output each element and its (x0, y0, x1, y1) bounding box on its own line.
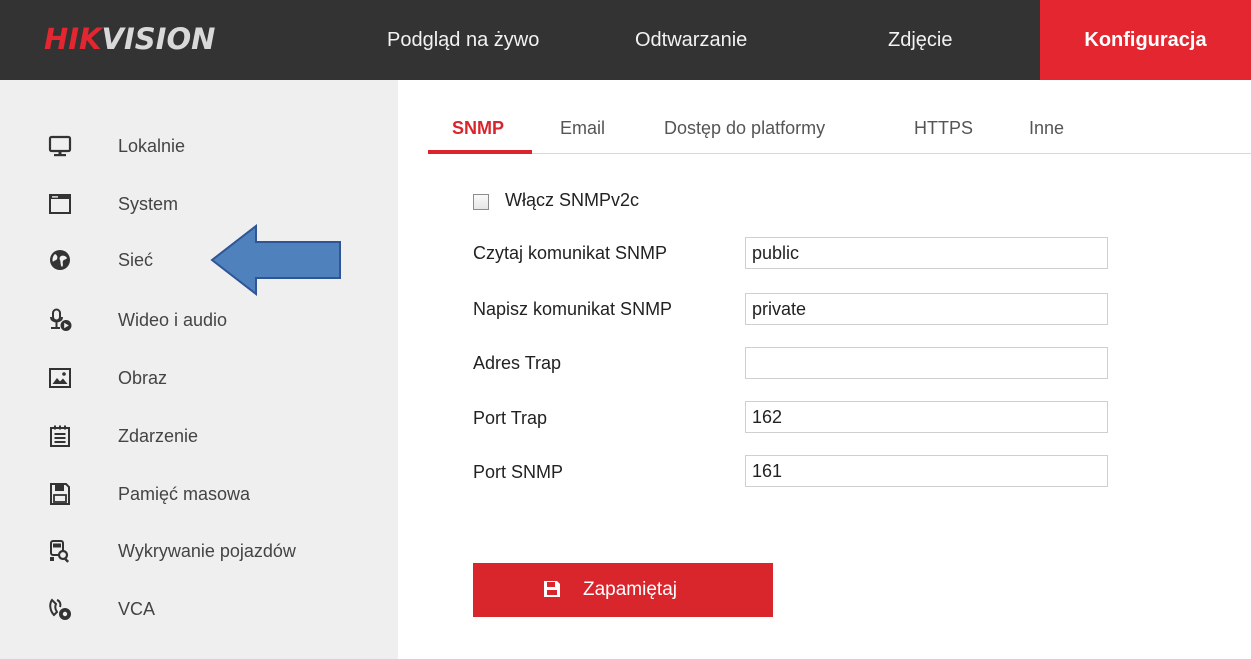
mic-video-icon (50, 308, 72, 331)
read-community-label: Czytaj komunikat SNMP (473, 243, 668, 263)
sidebar-item-label: Pamięć masowa (118, 484, 251, 504)
calendar-icon (50, 425, 70, 447)
save-button-label: Zapamiętaj (583, 579, 677, 600)
hikvision-logo: HIKVISION (44, 22, 215, 56)
sidebar-item-video-audio[interactable]: Wideo i audio (48, 300, 378, 340)
tab-other[interactable]: Inne (1029, 118, 1064, 139)
sidebar-item-label: Sieć (118, 250, 154, 270)
write-community-input[interactable] (745, 293, 1108, 325)
tab-snmp[interactable]: SNMP (452, 118, 504, 139)
logo-part-vision: VISION (101, 22, 216, 56)
globe-icon (50, 250, 70, 270)
sidebar-item-label: System (118, 194, 179, 214)
sidebar-item-label: Obraz (118, 368, 168, 388)
nav-playback[interactable]: Odtwarzanie (635, 0, 747, 80)
sidebar-item-vca[interactable]: VCA (48, 589, 378, 629)
read-community-input[interactable] (745, 237, 1108, 269)
tab-platform-access[interactable]: Dostęp do platformy (664, 118, 825, 139)
sidebar-item-label: Wideo i audio (118, 310, 228, 330)
floppy-icon (50, 483, 70, 505)
sidebar-item-label: Lokalnie (118, 136, 186, 156)
sidebar-item-system[interactable]: System (48, 184, 378, 224)
write-community-label: Napisz komunikat SNMP (473, 299, 673, 319)
enable-snmpv2c-checkbox[interactable] (473, 194, 489, 210)
annotation-arrow (210, 224, 341, 296)
trap-address-label: Adres Trap (473, 353, 562, 373)
sidebar-item-image[interactable]: Obraz (48, 358, 378, 398)
sidebar-item-local[interactable]: Lokalnie (48, 126, 378, 166)
snmp-port-input[interactable] (745, 455, 1108, 487)
enable-snmpv2c-label: Włącz SNMPv2c (505, 190, 640, 210)
image-icon (49, 368, 71, 388)
tab-https[interactable]: HTTPS (914, 118, 973, 139)
active-tab-indicator (428, 150, 532, 154)
nav-picture[interactable]: Zdjęcie (888, 0, 952, 80)
nav-configuration[interactable]: Konfiguracja (1040, 0, 1251, 80)
sidebar-item-label: VCA (118, 599, 156, 619)
sidebar-item-storage[interactable]: Pamięć masowa (48, 474, 378, 514)
monitor-icon (48, 135, 72, 157)
sidebar-item-vehicle-detection[interactable]: Wykrywanie pojazdów (48, 531, 378, 571)
nav-live-view[interactable]: Podgląd na żywo (387, 0, 539, 80)
logo-part-hik: HIK (44, 22, 102, 56)
floppy-save-icon (544, 581, 560, 597)
vca-icon (49, 598, 71, 620)
sidebar-item-label: Wykrywanie pojazdów (118, 541, 296, 561)
trap-port-label: Port Trap (473, 408, 548, 428)
save-button[interactable]: Zapamiętaj (473, 563, 773, 617)
sidebar-item-label: Zdarzenie (118, 426, 199, 446)
vehicle-search-icon (50, 540, 70, 563)
trap-address-input[interactable] (745, 347, 1108, 379)
top-nav-bar: HIKVISION Podgląd na żywo Odtwarzanie Zd… (0, 0, 1251, 80)
sidebar-item-event[interactable]: Zdarzenie (48, 416, 378, 456)
trap-port-input[interactable] (745, 401, 1108, 433)
tab-email[interactable]: Email (560, 118, 605, 139)
window-icon (49, 194, 71, 214)
config-tabs: SNMP Email Dostęp do platformy HTTPS Inn… (428, 80, 1251, 154)
snmp-port-label: Port SNMP (473, 462, 564, 482)
